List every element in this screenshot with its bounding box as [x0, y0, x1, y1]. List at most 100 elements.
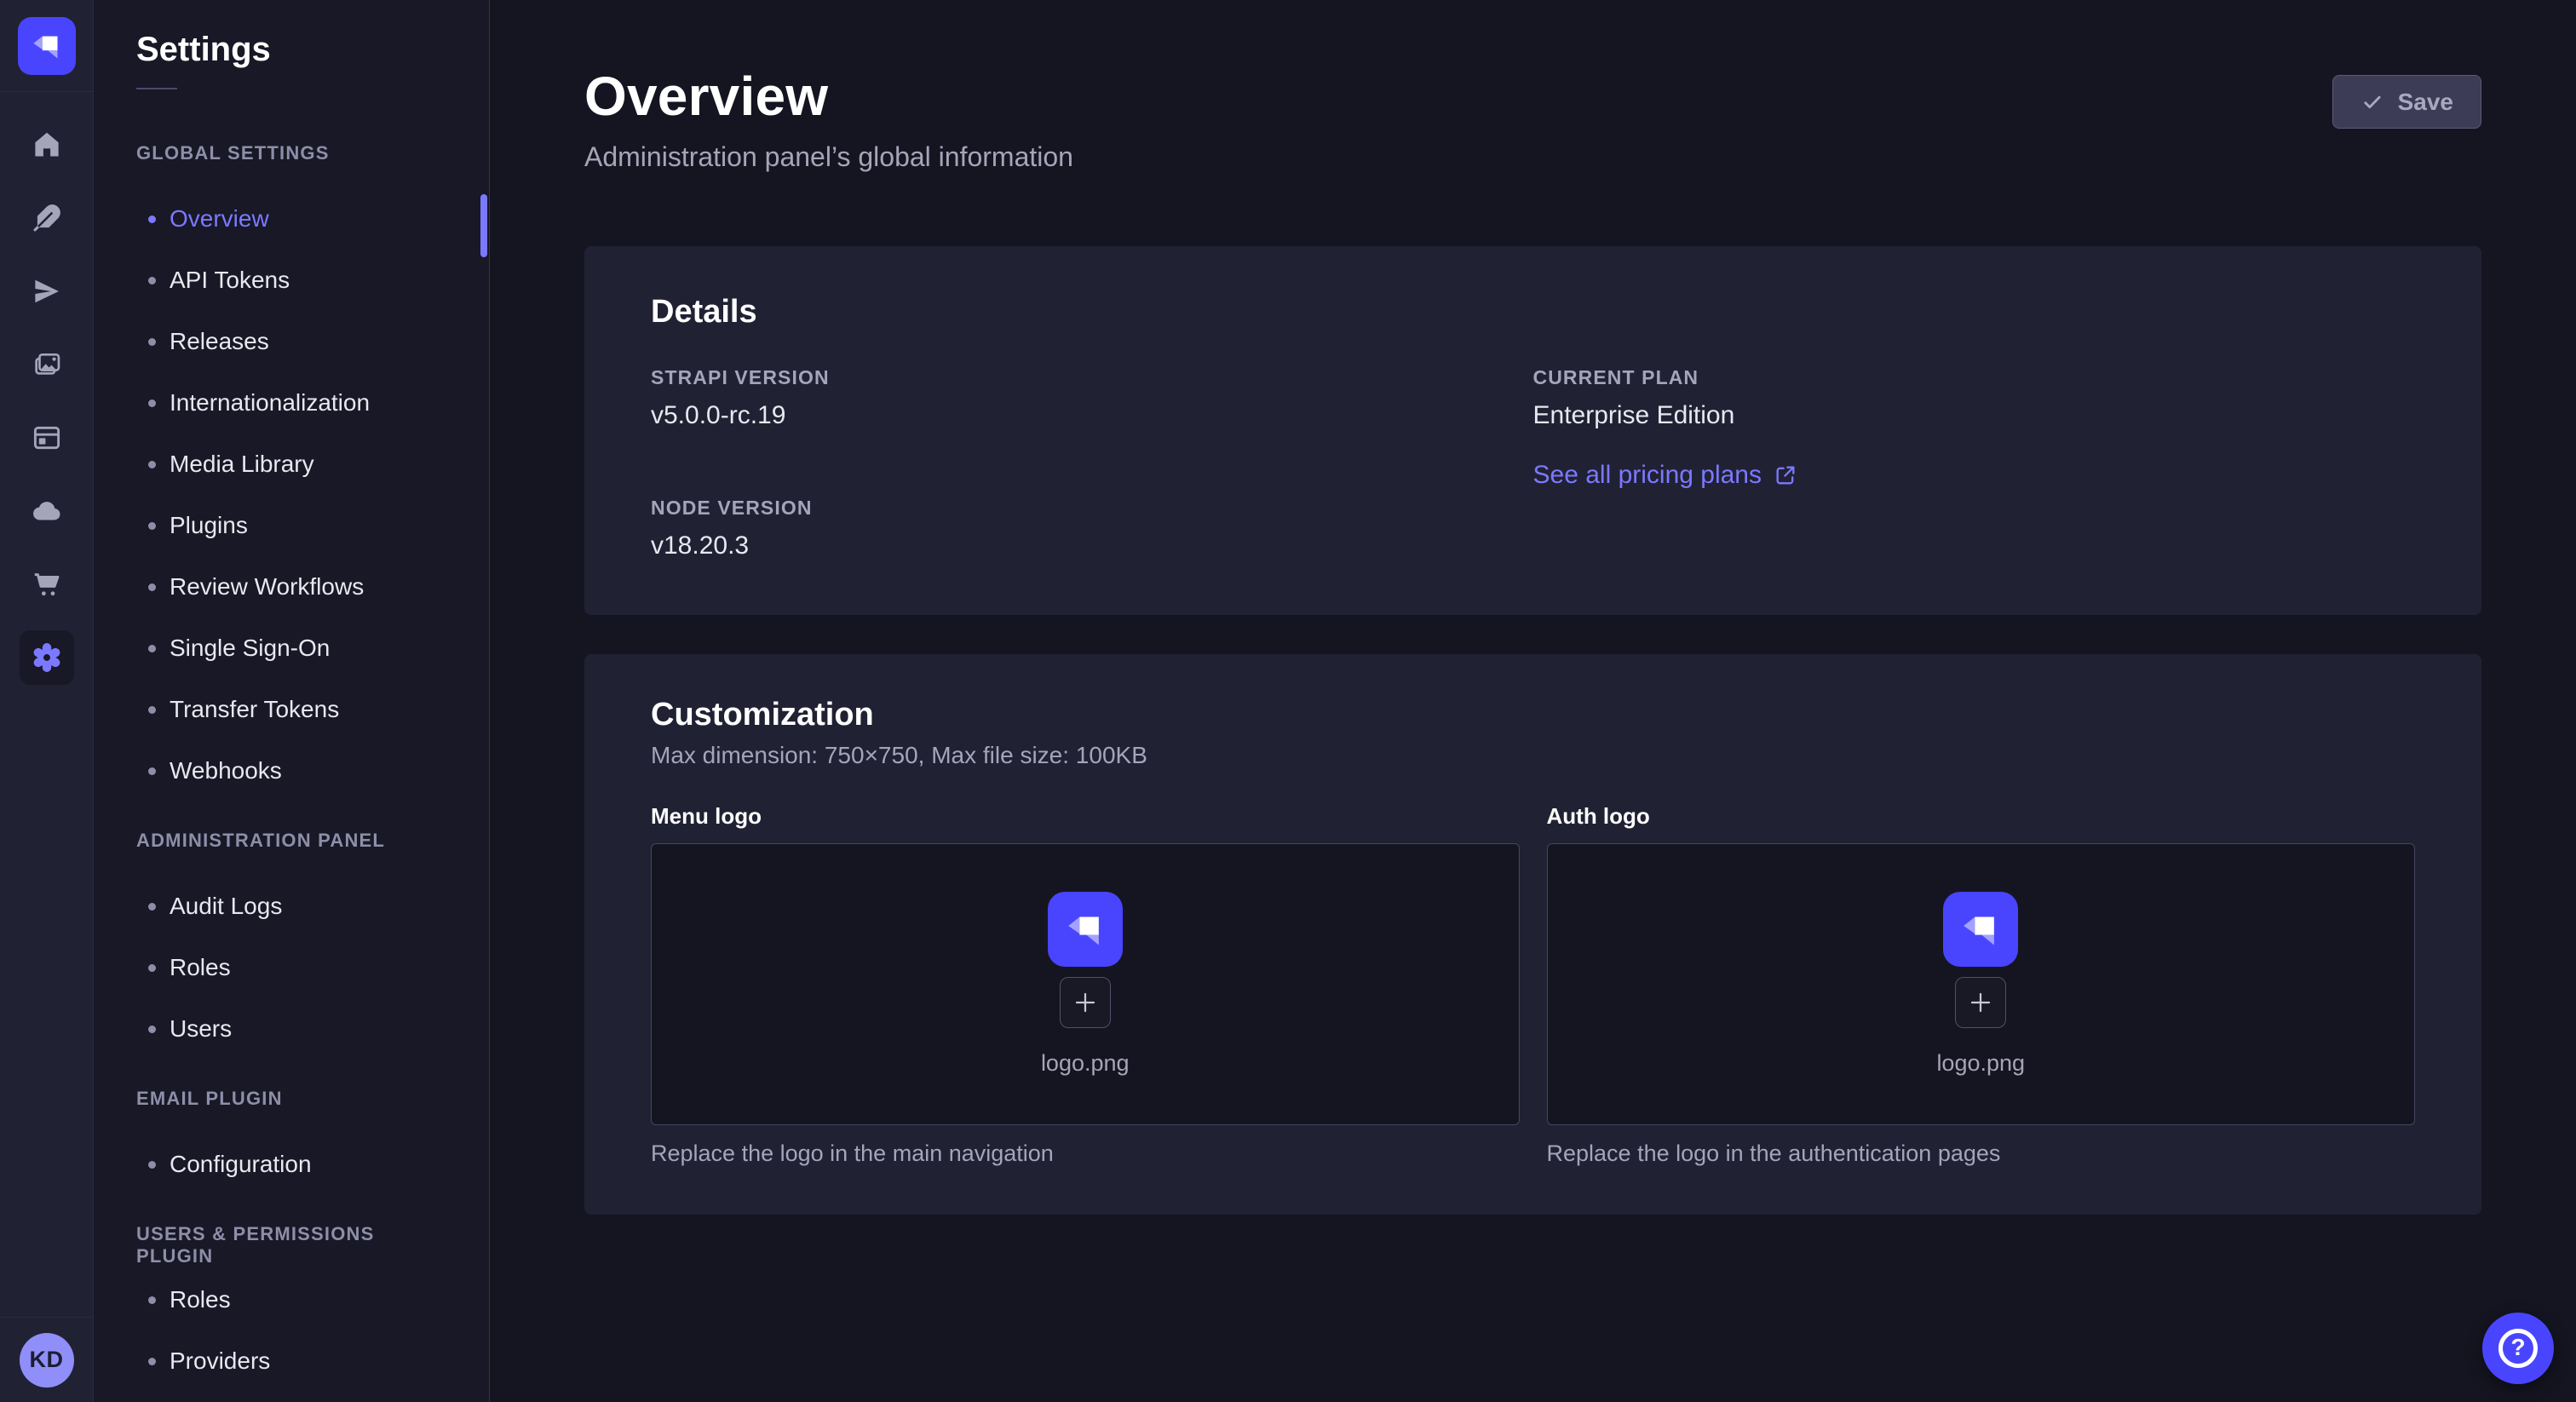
menu-logo-preview: [1048, 892, 1123, 967]
bullet-icon: [148, 706, 156, 714]
pricing-plans-link-label: See all pricing plans: [1533, 461, 1762, 490]
bullet-icon: [148, 277, 156, 284]
bullet-icon: [148, 903, 156, 911]
logo-uploads: Menu logo logo.png Replace the logo: [651, 803, 2415, 1167]
nav-item-label: Plugins: [170, 512, 248, 539]
rail-icon-list: [20, 118, 74, 685]
details-right-column: CURRENT PLAN Enterprise Edition See all …: [1533, 366, 2416, 560]
strapi-logo-icon[interactable]: [18, 17, 76, 75]
current-plan-field: CURRENT PLAN Enterprise Edition: [1533, 366, 2416, 430]
bullet-icon: [148, 583, 156, 591]
menu-logo-filename: logo.png: [1041, 1050, 1130, 1077]
nav-item-label: Audit Logs: [170, 893, 282, 920]
sidebar-item-overview[interactable]: Overview: [136, 188, 455, 250]
user-avatar[interactable]: KD: [20, 1333, 74, 1388]
current-plan-label: CURRENT PLAN: [1533, 366, 2416, 389]
bullet-icon: [148, 1358, 156, 1365]
details-left-column: STRAPI VERSION v5.0.0-rc.19 NODE VERSION…: [651, 366, 1533, 560]
auth-logo-field: Auth logo logo.png Replace the logo: [1547, 803, 2416, 1167]
plus-icon: [1072, 990, 1098, 1015]
nav-list-email: Configuration: [136, 1134, 455, 1195]
current-plan-value: Enterprise Edition: [1533, 401, 2416, 430]
page-subtitle: Administration panel’s global informatio…: [584, 141, 1073, 173]
bullet-icon: [148, 964, 156, 972]
bullet-icon: [148, 215, 156, 223]
sidebar-item-audit-logs[interactable]: Audit Logs: [136, 876, 455, 937]
layout-window-icon[interactable]: [20, 411, 74, 465]
nav-item-label: Overview: [170, 205, 269, 233]
question-mark-icon: ?: [2498, 1329, 2538, 1368]
sidebar-item-up-roles[interactable]: Roles: [136, 1269, 455, 1330]
auth-logo-label: Auth logo: [1547, 803, 2416, 830]
help-button[interactable]: ?: [2482, 1313, 2554, 1384]
sidebar-item-admin-users[interactable]: Users: [136, 998, 455, 1060]
plus-icon: [1968, 990, 1993, 1015]
paper-plane-icon[interactable]: [20, 264, 74, 319]
menu-logo-label: Menu logo: [651, 803, 1520, 830]
check-icon: [2360, 90, 2384, 114]
nav-item-label: Webhooks: [170, 757, 282, 784]
page-title: Overview: [584, 65, 1073, 128]
bullet-icon: [148, 645, 156, 652]
details-card: Details STRAPI VERSION v5.0.0-rc.19 NODE…: [584, 246, 2481, 615]
nav-item-label: Roles: [170, 954, 231, 981]
nav-list-global: Overview API Tokens Releases Internation…: [136, 188, 455, 802]
sidebar-item-releases[interactable]: Releases: [136, 311, 455, 372]
sidebar-item-plugins[interactable]: Plugins: [136, 495, 455, 556]
sidebar-item-transfer-tokens[interactable]: Transfer Tokens: [136, 679, 455, 740]
cloud-icon[interactable]: [20, 484, 74, 538]
nav-list-users-permissions: Roles Providers: [136, 1269, 455, 1392]
sidebar-item-api-tokens[interactable]: API Tokens: [136, 250, 455, 311]
settings-gear-icon[interactable]: [20, 630, 74, 685]
sidebar-item-up-providers[interactable]: Providers: [136, 1330, 455, 1392]
bullet-icon: [148, 1296, 156, 1304]
media-pictures-icon[interactable]: [20, 337, 74, 392]
feather-icon[interactable]: [20, 191, 74, 245]
main-content: Overview Administration panel’s global i…: [490, 0, 2576, 1402]
auth-logo-caption: Replace the logo in the authentication p…: [1547, 1141, 2416, 1167]
sidebar-item-media-library[interactable]: Media Library: [136, 434, 455, 495]
node-version-value: v18.20.3: [651, 531, 1533, 560]
details-grid: STRAPI VERSION v5.0.0-rc.19 NODE VERSION…: [651, 366, 2415, 560]
main-nav-rail: KD: [0, 0, 94, 1402]
nav-list-admin: Audit Logs Roles Users: [136, 876, 455, 1060]
bullet-icon: [148, 767, 156, 775]
sidebar-item-admin-roles[interactable]: Roles: [136, 937, 455, 998]
bullet-icon: [148, 522, 156, 530]
auth-logo-dropzone[interactable]: logo.png: [1547, 843, 2416, 1125]
node-version-label: NODE VERSION: [651, 497, 1533, 520]
sidebar-item-email-configuration[interactable]: Configuration: [136, 1134, 455, 1195]
strapi-glyph-icon: [1057, 901, 1113, 957]
nav-scrollbar-thumb[interactable]: [480, 194, 487, 257]
sidebar-item-internationalization[interactable]: Internationalization: [136, 372, 455, 434]
subnav-title: Settings: [136, 31, 455, 69]
nav-item-label: Providers: [170, 1347, 270, 1375]
nav-item-label: Review Workflows: [170, 573, 364, 600]
menu-logo-field: Menu logo logo.png Replace the logo: [651, 803, 1520, 1167]
pricing-plans-link[interactable]: See all pricing plans: [1533, 461, 1798, 490]
customization-card: Customization Max dimension: 750×750, Ma…: [584, 654, 2481, 1215]
auth-logo-add-button[interactable]: [1955, 977, 2006, 1028]
bullet-icon: [148, 1161, 156, 1169]
sidebar-item-webhooks[interactable]: Webhooks: [136, 740, 455, 802]
nav-item-label: Media Library: [170, 451, 314, 478]
sidebar-item-review-workflows[interactable]: Review Workflows: [136, 556, 455, 618]
save-button[interactable]: Save: [2332, 75, 2481, 129]
nav-item-label: Internationalization: [170, 389, 370, 417]
nav-item-label: Users: [170, 1015, 232, 1043]
subnav-divider: [136, 88, 177, 89]
node-version-field: NODE VERSION v18.20.3: [651, 497, 1533, 560]
strapi-version-label: STRAPI VERSION: [651, 366, 1533, 389]
rail-user-section: KD: [0, 1317, 93, 1402]
nav-item-label: Transfer Tokens: [170, 696, 339, 723]
cart-icon[interactable]: [20, 557, 74, 612]
sidebar-item-single-sign-on[interactable]: Single Sign-On: [136, 618, 455, 679]
strapi-glyph-icon: [25, 24, 69, 68]
nav-item-label: Single Sign-On: [170, 635, 330, 662]
menu-logo-caption: Replace the logo in the main navigation: [651, 1141, 1520, 1167]
nav-item-label: Releases: [170, 328, 269, 355]
strapi-version-value: v5.0.0-rc.19: [651, 401, 1533, 430]
home-icon[interactable]: [20, 118, 74, 172]
menu-logo-dropzone[interactable]: logo.png: [651, 843, 1520, 1125]
menu-logo-add-button[interactable]: [1060, 977, 1111, 1028]
